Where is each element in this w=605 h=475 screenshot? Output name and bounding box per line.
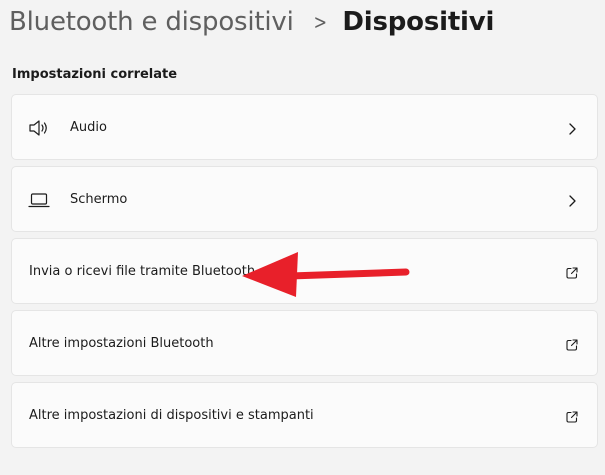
settings-item-schermo[interactable]: Schermo xyxy=(11,166,598,232)
chevron-right-icon xyxy=(567,193,577,207)
chevron-right-icon xyxy=(567,121,577,135)
breadcrumb: Bluetooth e dispositivi > Dispositivi xyxy=(9,4,494,40)
settings-item-label: Altre impostazioni Bluetooth xyxy=(29,335,214,351)
speaker-icon xyxy=(28,118,50,138)
page-title: Dispositivi xyxy=(342,7,495,37)
settings-item-label: Invia o ricevi file tramite Bluetooth xyxy=(29,263,256,279)
settings-item-devices-and-printers[interactable]: Altre impostazioni di dispositivi e stam… xyxy=(11,382,598,448)
settings-item-audio[interactable]: Audio xyxy=(11,94,598,160)
settings-item-more-bluetooth-settings[interactable]: Altre impostazioni Bluetooth xyxy=(11,310,598,376)
settings-item-label: Altre impostazioni di dispositivi e stam… xyxy=(29,407,314,423)
breadcrumb-separator: > xyxy=(313,10,327,34)
breadcrumb-parent-link[interactable]: Bluetooth e dispositivi xyxy=(9,7,294,37)
laptop-icon xyxy=(28,190,50,210)
external-link-icon xyxy=(565,337,579,351)
external-link-icon xyxy=(565,265,579,279)
settings-item-label: Audio xyxy=(70,119,107,135)
settings-item-send-receive-bluetooth-files[interactable]: Invia o ricevi file tramite Bluetooth xyxy=(11,238,598,304)
settings-item-label: Schermo xyxy=(70,191,128,207)
external-link-icon xyxy=(565,409,579,423)
section-title-related-settings: Impostazioni correlate xyxy=(12,67,178,82)
